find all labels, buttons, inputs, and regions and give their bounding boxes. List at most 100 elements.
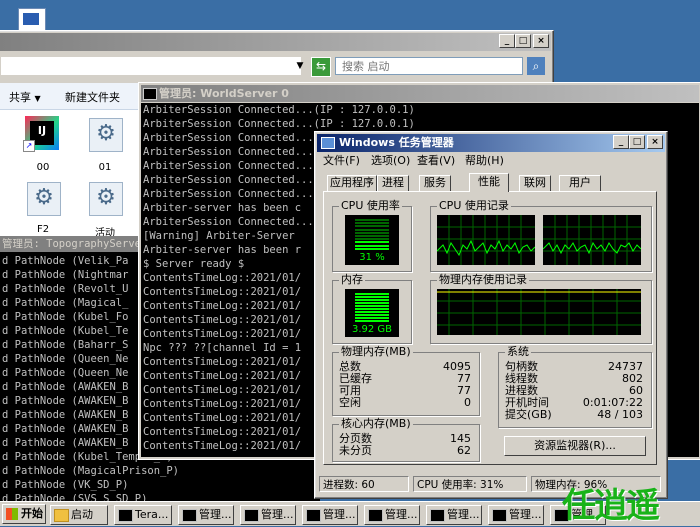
taskbar-item-label: 管理... [261,508,294,521]
share-menu[interactable]: 共享 ▼ [9,89,41,105]
gear-icon: ⚙ [89,182,123,216]
refresh-icon[interactable]: ⇆ [311,57,331,77]
file-label: F2 [36,224,50,235]
tab-users[interactable]: 用户 [559,175,601,191]
watermark: 任逍遥 [562,486,660,526]
search-input[interactable] [335,57,523,75]
memory-value: 3.92 GB [351,324,393,335]
chevron-down-icon: ▼ [34,94,41,103]
nonpaged-label: 未分页 [339,444,372,457]
desktop-icon[interactable] [18,8,46,32]
resource-monitor-button[interactable]: 资源监视器(R)... [504,436,646,456]
memory-meter-segment [355,293,389,295]
memory-history-graph [437,289,641,335]
close-button[interactable]: × [533,34,549,48]
shortcut-arrow-icon: ↗ [23,140,35,152]
maximize-button[interactable]: □ [629,135,645,149]
tab-performance[interactable]: 性能 [469,173,509,192]
window-icon [23,13,39,25]
memory-group: 内存 3.92 GB [332,274,412,344]
system-title: 系统 [505,345,531,358]
cpu-meter-segment [355,235,389,237]
kernel-memory-title: 核心内存(MB) [339,417,413,430]
windows-logo-icon [6,508,18,520]
console-line: d PathNode (VK_SD_P) [2,479,129,491]
console-icon [492,509,507,522]
tab-networking[interactable]: 联网 [519,175,551,191]
menu-bar: 文件(F) 选项(O) 查看(V) 帮助(H) [317,153,663,169]
cpu-meter-segment [355,225,389,228]
taskbar-item[interactable]: 管理... [240,505,296,525]
cpu-usage-group: CPU 使用率 31 % [332,200,412,272]
address-bar[interactable] [1,57,301,75]
taskbar-item-label: 管理... [323,508,356,521]
file-icon-huodong[interactable]: ⚙ 活动 [83,180,127,240]
memory-meter-segment [355,314,389,316]
taskbar-item-label: 管理... [447,508,480,521]
cpu-meter-segment [355,222,389,225]
file-label: 00 [36,162,50,173]
taskbar-item[interactable]: 启动 [50,505,108,525]
explorer-titlebar [0,33,551,51]
task-manager-window: Windows 任务管理器 _ □ × 文件(F) 选项(O) 查看(V) 帮助… [314,131,668,499]
memory-label: 内存 [339,273,365,286]
memory-history-group: 物理内存使用记录 [430,274,652,344]
memory-meter: 3.92 GB [345,289,399,337]
search-icon[interactable]: ⌕ [527,57,545,75]
kernel-memory-group: 核心内存(MB) 分页数 145 未分页 62 [332,418,480,462]
cpu-history-group: CPU 使用记录 [430,200,652,272]
maximize-button[interactable]: □ [515,34,531,48]
phys-free-value: 0 [464,396,471,409]
console-icon [244,509,259,522]
minimize-button[interactable]: _ [613,135,629,149]
taskmgr-icon [321,137,335,149]
tab-processes[interactable]: 进程 [377,175,409,191]
file-icon-01[interactable]: ⚙ 01 [83,116,127,176]
memory-meter-segment [355,317,389,319]
memory-meter-segment [355,299,389,301]
physical-memory-title: 物理内存(MB) [339,345,413,358]
performance-panel: CPU 使用率 31 % CPU 使用记录 内存 3.92 GB 物理内存使用记… [323,191,657,465]
nonpaged-value: 62 [457,444,471,457]
system-group: 系统 句柄数 24737 线程数 802 进程数 60 开机时间 0:01:07… [498,346,652,428]
minimize-button[interactable]: _ [499,34,515,48]
start-button[interactable]: 开始 [2,504,46,524]
menu-file[interactable]: 文件(F) [323,153,360,169]
console-line: d PathNode (MagicalPrison_P) [2,465,180,477]
taskbar-item[interactable]: Tera... [114,505,172,525]
share-label: 共享 [9,91,31,104]
tab-strip: 应用程序 进程 服务 性能 联网 用户 [323,173,657,192]
memory-meter-segment [355,320,389,322]
worldserver-title: 管理员: WorldServer 0 [159,87,289,100]
console-line: ArbiterSession Connected...(IP : 127.0.0… [143,104,415,116]
tab-applications[interactable]: 应用程序 [327,175,377,191]
cpu-meter-segment [355,219,389,221]
cpu-meter-segment [355,247,389,250]
file-icon-f2[interactable]: ⚙ F2 [21,180,65,240]
new-folder-button[interactable]: 新建文件夹 [65,89,120,105]
commit-label: 提交(GB) [505,408,552,421]
console-line: d PathNode (SVS_S_SD_P) [2,493,148,501]
file-icon-00[interactable]: IJ ↗ 00 [21,116,65,176]
taskbar-item[interactable]: 管理... [178,505,234,525]
address-dropdown-icon[interactable]: ▼ [293,57,307,75]
taskmgr-window-controls: _ □ × [613,135,663,149]
menu-view[interactable]: 查看(V) [417,153,455,169]
console-icon [182,509,197,522]
taskbar-item[interactable]: 管理... [426,505,482,525]
taskbar-item[interactable]: 管理... [302,505,358,525]
memory-meter-segment [355,311,389,313]
task-manager-title: Windows 任务管理器 [339,136,454,149]
taskbar-item-label: 启动 [71,508,93,521]
folder-icon [54,509,69,522]
taskbar-item[interactable]: 管理... [364,505,420,525]
start-label: 开始 [21,507,43,520]
console-line: ArbiterSession Connected...(IP : 127.0.0… [143,118,415,130]
commit-value: 48 / 103 [597,408,643,421]
menu-options[interactable]: 选项(O) [371,153,410,169]
menu-help[interactable]: 帮助(H) [465,153,504,169]
tab-services[interactable]: 服务 [419,175,451,191]
close-button[interactable]: × [647,135,663,149]
taskbar-item[interactable]: 管理... [488,505,544,525]
status-cpu: CPU 使用率: 31% [413,476,527,492]
